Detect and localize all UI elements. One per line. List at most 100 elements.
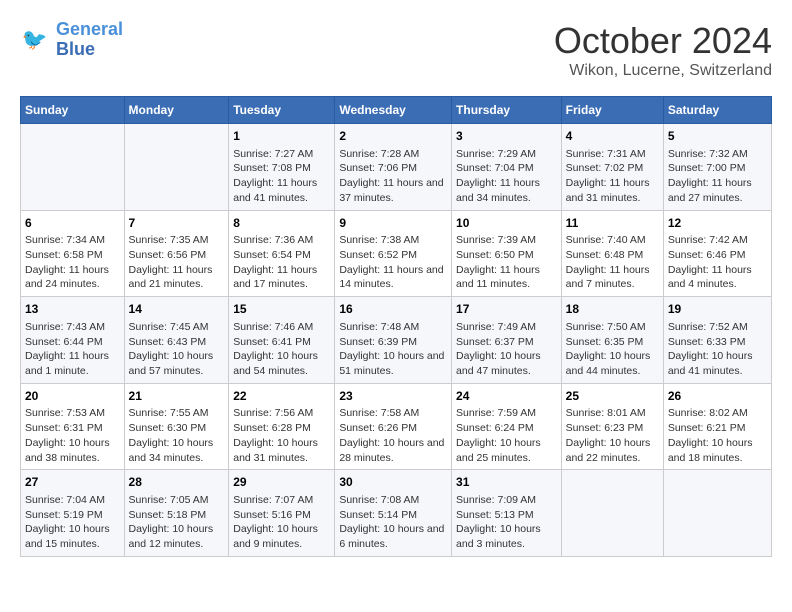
- calendar-cell: 13 Sunrise: 7:43 AMSunset: 6:44 PMDayligh…: [21, 297, 125, 384]
- day-info: Sunrise: 7:58 AMSunset: 6:26 PMDaylight:…: [339, 406, 447, 465]
- day-info: Sunrise: 7:49 AMSunset: 6:37 PMDaylight:…: [456, 320, 557, 379]
- day-info: Sunrise: 7:08 AMSunset: 5:14 PMDaylight:…: [339, 493, 447, 552]
- calendar-cell: 11Sunrise: 7:40 AMSunset: 6:48 PMDayligh…: [561, 210, 663, 297]
- day-info: Sunrise: 7:43 AMSunset: 6:44 PMDaylight:…: [25, 320, 120, 379]
- calendar-week-row: 20Sunrise: 7:53 AMSunset: 6:31 PMDayligh…: [21, 383, 772, 470]
- day-number: 29: [233, 474, 330, 491]
- calendar-cell: 26Sunrise: 8:02 AMSunset: 6:21 PMDayligh…: [663, 383, 771, 470]
- calendar-cell: 9Sunrise: 7:38 AMSunset: 6:52 PMDaylight…: [335, 210, 452, 297]
- calendar-cell: 22Sunrise: 7:56 AMSunset: 6:28 PMDayligh…: [229, 383, 335, 470]
- calendar-cell: 19 Sunrise: 7:52 AMSunset: 6:33 PMDayligh…: [663, 297, 771, 384]
- day-number: 18: [566, 301, 659, 318]
- day-info: Sunrise: 7:34 AMSunset: 6:58 PMDaylight:…: [25, 233, 120, 292]
- day-number: 20: [25, 388, 120, 405]
- day-info: Sunrise: 7:42 AMSunset: 6:46 PMDaylight:…: [668, 233, 767, 292]
- calendar-week-row: 13 Sunrise: 7:43 AMSunset: 6:44 PMDayligh…: [21, 297, 772, 384]
- day-info: Sunrise: 7:28 AMSunset: 7:06 PMDaylight:…: [339, 147, 447, 206]
- calendar-cell: [663, 470, 771, 557]
- calendar-cell: 7Sunrise: 7:35 AMSunset: 6:56 PMDaylight…: [124, 210, 229, 297]
- day-info: Sunrise: 7:55 AMSunset: 6:30 PMDaylight:…: [129, 406, 225, 465]
- calendar-cell: 1 Sunrise: 7:27 AMSunset: 7:08 PMDaylight…: [229, 124, 335, 211]
- day-number: 14: [129, 301, 225, 318]
- header-friday: Friday: [561, 97, 663, 124]
- calendar-week-row: 1 Sunrise: 7:27 AMSunset: 7:08 PMDaylight…: [21, 124, 772, 211]
- calendar-cell: 24Sunrise: 7:59 AMSunset: 6:24 PMDayligh…: [452, 383, 562, 470]
- day-number: 1: [233, 128, 330, 145]
- day-info: Sunrise: 7:59 AMSunset: 6:24 PMDaylight:…: [456, 406, 557, 465]
- day-number: 27: [25, 474, 120, 491]
- calendar-cell: 2 Sunrise: 7:28 AMSunset: 7:06 PMDaylight…: [335, 124, 452, 211]
- day-info: Sunrise: 7:39 AMSunset: 6:50 PMDaylight:…: [456, 233, 557, 292]
- day-number: 2: [339, 128, 447, 145]
- day-number: 22: [233, 388, 330, 405]
- calendar-cell: 25Sunrise: 8:01 AMSunset: 6:23 PMDayligh…: [561, 383, 663, 470]
- day-info: Sunrise: 7:31 AMSunset: 7:02 PMDaylight:…: [566, 147, 659, 206]
- day-info: Sunrise: 8:01 AMSunset: 6:23 PMDaylight:…: [566, 406, 659, 465]
- day-number: 12: [668, 215, 767, 232]
- day-info: Sunrise: 7:40 AMSunset: 6:48 PMDaylight:…: [566, 233, 659, 292]
- day-number: 10: [456, 215, 557, 232]
- header-monday: Monday: [124, 97, 229, 124]
- calendar-cell: 5 Sunrise: 7:32 AMSunset: 7:00 PMDaylight…: [663, 124, 771, 211]
- day-number: 25: [566, 388, 659, 405]
- calendar-cell: 31Sunrise: 7:09 AMSunset: 5:13 PMDayligh…: [452, 470, 562, 557]
- day-info: Sunrise: 7:35 AMSunset: 6:56 PMDaylight:…: [129, 233, 225, 292]
- calendar-cell: [561, 470, 663, 557]
- day-info: Sunrise: 7:04 AMSunset: 5:19 PMDaylight:…: [25, 493, 120, 552]
- calendar-week-row: 27 Sunrise: 7:04 AMSunset: 5:19 PMDayligh…: [21, 470, 772, 557]
- header-wednesday: Wednesday: [335, 97, 452, 124]
- day-info: Sunrise: 7:07 AMSunset: 5:16 PMDaylight:…: [233, 493, 330, 552]
- day-number: 7: [129, 215, 225, 232]
- calendar-cell: 14 Sunrise: 7:45 AMSunset: 6:43 PMDayligh…: [124, 297, 229, 384]
- day-number: 24: [456, 388, 557, 405]
- day-info: Sunrise: 7:50 AMSunset: 6:35 PMDaylight:…: [566, 320, 659, 379]
- logo-text: General Blue: [56, 20, 123, 60]
- day-number: 5: [668, 128, 767, 145]
- calendar-cell: 4 Sunrise: 7:31 AMSunset: 7:02 PMDaylight…: [561, 124, 663, 211]
- calendar-cell: 3Sunrise: 7:29 AMSunset: 7:04 PMDaylight…: [452, 124, 562, 211]
- calendar-cell: 23Sunrise: 7:58 AMSunset: 6:26 PMDayligh…: [335, 383, 452, 470]
- day-info: Sunrise: 7:48 AMSunset: 6:39 PMDaylight:…: [339, 320, 447, 379]
- day-number: 3: [456, 128, 557, 145]
- title-block: October 2024 Wikon, Lucerne, Switzerland: [554, 20, 772, 80]
- day-info: Sunrise: 7:45 AMSunset: 6:43 PMDaylight:…: [129, 320, 225, 379]
- calendar-cell: 10Sunrise: 7:39 AMSunset: 6:50 PMDayligh…: [452, 210, 562, 297]
- day-info: Sunrise: 7:05 AMSunset: 5:18 PMDaylight:…: [129, 493, 225, 552]
- day-number: 6: [25, 215, 120, 232]
- day-number: 19: [668, 301, 767, 318]
- calendar-cell: 17 Sunrise: 7:49 AMSunset: 6:37 PMDayligh…: [452, 297, 562, 384]
- header-saturday: Saturday: [663, 97, 771, 124]
- day-number: 11: [566, 215, 659, 232]
- calendar-table: SundayMondayTuesdayWednesdayThursdayFrid…: [20, 96, 772, 557]
- location-subtitle: Wikon, Lucerne, Switzerland: [554, 62, 772, 80]
- day-number: 17: [456, 301, 557, 318]
- day-number: 8: [233, 215, 330, 232]
- day-number: 26: [668, 388, 767, 405]
- calendar-cell: 28 Sunrise: 7:05 AMSunset: 5:18 PMDayligh…: [124, 470, 229, 557]
- calendar-cell: 29 Sunrise: 7:07 AMSunset: 5:16 PMDayligh…: [229, 470, 335, 557]
- day-number: 13: [25, 301, 120, 318]
- day-number: 28: [129, 474, 225, 491]
- logo: 🐦 General Blue: [20, 20, 123, 60]
- day-info: Sunrise: 7:38 AMSunset: 6:52 PMDaylight:…: [339, 233, 447, 292]
- day-info: Sunrise: 8:02 AMSunset: 6:21 PMDaylight:…: [668, 406, 767, 465]
- calendar-cell: [21, 124, 125, 211]
- calendar-cell: 12Sunrise: 7:42 AMSunset: 6:46 PMDayligh…: [663, 210, 771, 297]
- calendar-cell: 16 Sunrise: 7:48 AMSunset: 6:39 PMDayligh…: [335, 297, 452, 384]
- day-info: Sunrise: 7:53 AMSunset: 6:31 PMDaylight:…: [25, 406, 120, 465]
- header-thursday: Thursday: [452, 97, 562, 124]
- calendar-cell: 6Sunrise: 7:34 AMSunset: 6:58 PMDaylight…: [21, 210, 125, 297]
- calendar-cell: 18 Sunrise: 7:50 AMSunset: 6:35 PMDayligh…: [561, 297, 663, 384]
- day-info: Sunrise: 7:52 AMSunset: 6:33 PMDaylight:…: [668, 320, 767, 379]
- day-info: Sunrise: 7:32 AMSunset: 7:00 PMDaylight:…: [668, 147, 767, 206]
- calendar-cell: 20Sunrise: 7:53 AMSunset: 6:31 PMDayligh…: [21, 383, 125, 470]
- calendar-cell: 21Sunrise: 7:55 AMSunset: 6:30 PMDayligh…: [124, 383, 229, 470]
- day-info: Sunrise: 7:46 AMSunset: 6:41 PMDaylight:…: [233, 320, 330, 379]
- calendar-cell: 15Sunrise: 7:46 AMSunset: 6:41 PMDayligh…: [229, 297, 335, 384]
- day-number: 30: [339, 474, 447, 491]
- day-number: 16: [339, 301, 447, 318]
- logo-icon: 🐦: [20, 24, 52, 56]
- calendar-cell: 8Sunrise: 7:36 AMSunset: 6:54 PMDaylight…: [229, 210, 335, 297]
- day-info: Sunrise: 7:27 AMSunset: 7:08 PMDaylight:…: [233, 147, 330, 206]
- day-number: 4: [566, 128, 659, 145]
